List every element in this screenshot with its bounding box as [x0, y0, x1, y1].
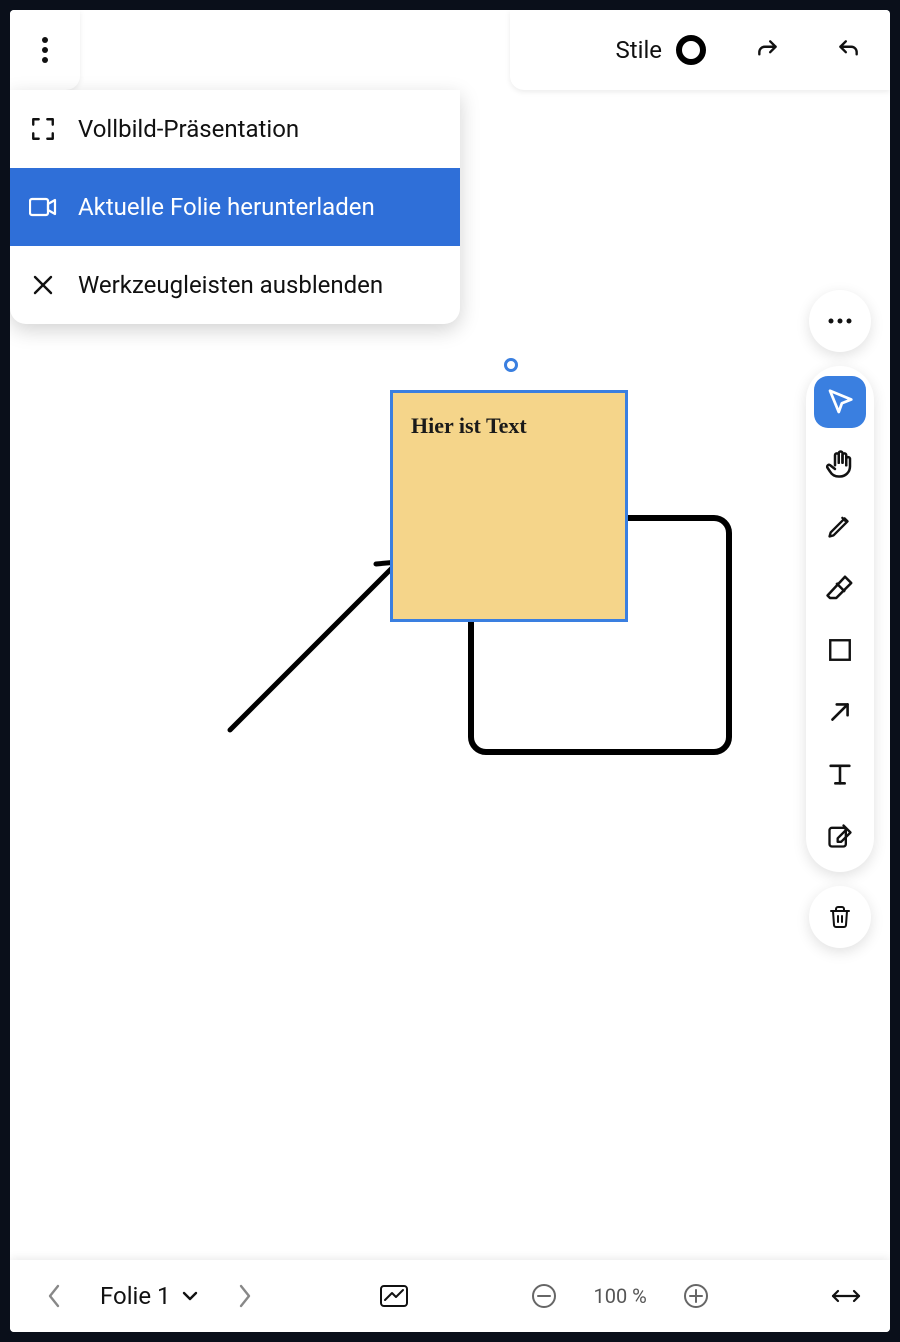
- trash-icon: [828, 905, 852, 929]
- zoom-level: 100 %: [590, 1284, 650, 1308]
- sticky-note-text: Hier ist Text: [411, 413, 527, 438]
- cursor-icon: [825, 387, 855, 417]
- chevron-left-icon: [45, 1282, 63, 1310]
- slide-label: Folie 1: [100, 1282, 171, 1310]
- sticky-note[interactable]: Hier ist Text: [390, 390, 628, 622]
- square-icon: [827, 637, 853, 663]
- minimap-icon: [379, 1284, 409, 1308]
- arrow-icon: [827, 699, 853, 725]
- context-menu: Vollbild-Präsentation Aktuelle Folie her…: [10, 90, 460, 324]
- prev-slide-button[interactable]: [36, 1278, 72, 1314]
- note-tool[interactable]: [814, 810, 866, 862]
- topbar-right: Stile: [510, 10, 890, 90]
- chevron-right-icon: [236, 1282, 254, 1310]
- fullscreen-icon: [28, 114, 58, 144]
- eraser-tool[interactable]: [814, 562, 866, 614]
- slide-selector[interactable]: Folie 1: [100, 1282, 199, 1310]
- fit-width-button[interactable]: [828, 1278, 864, 1314]
- styles-button[interactable]: Stile: [616, 35, 707, 65]
- ellipsis-icon: [827, 317, 853, 325]
- app-frame: Hier ist Text Stile: [10, 10, 890, 1332]
- plus-circle-icon: [682, 1282, 710, 1310]
- chevron-down-icon: [181, 1290, 199, 1302]
- styles-label: Stile: [616, 36, 663, 64]
- resize-horizontal-icon: [829, 1288, 863, 1304]
- pencil-tool[interactable]: [814, 500, 866, 552]
- shape-tool[interactable]: [814, 624, 866, 676]
- menu-item-fullscreen[interactable]: Vollbild-Präsentation: [10, 90, 460, 168]
- minimap-button[interactable]: [376, 1278, 412, 1314]
- pan-tool[interactable]: [814, 438, 866, 490]
- undo-button[interactable]: [830, 32, 866, 68]
- menu-item-hide-toolbars[interactable]: Werkzeugleisten ausblenden: [10, 246, 460, 324]
- next-slide-button[interactable]: [227, 1278, 263, 1314]
- redo-button[interactable]: [750, 32, 786, 68]
- eraser-icon: [825, 573, 855, 603]
- more-actions-button[interactable]: [809, 290, 871, 352]
- menu-item-label: Werkzeugleisten ausblenden: [78, 271, 383, 299]
- tool-palette: [806, 366, 874, 872]
- bottombar: Folie 1 100 %: [10, 1260, 890, 1332]
- download-video-icon: [28, 192, 58, 222]
- menu-item-download-slide[interactable]: Aktuelle Folie herunterladen: [10, 168, 460, 246]
- more-menu-button[interactable]: [27, 32, 63, 68]
- kebab-icon: [41, 36, 49, 64]
- style-swatch-icon: [676, 35, 706, 65]
- delete-button[interactable]: [809, 886, 871, 948]
- slide-nav: Folie 1: [36, 1278, 263, 1314]
- redo-icon: [755, 37, 781, 63]
- text-icon: [826, 760, 854, 788]
- hand-icon: [825, 449, 855, 479]
- menu-item-label: Vollbild-Präsentation: [78, 115, 299, 143]
- pencil-icon: [826, 512, 854, 540]
- close-icon: [28, 270, 58, 300]
- undo-icon: [835, 37, 861, 63]
- arrow-tool[interactable]: [814, 686, 866, 738]
- rotation-handle[interactable]: [504, 358, 518, 372]
- topbar-left: [10, 10, 80, 90]
- text-tool[interactable]: [814, 748, 866, 800]
- select-tool[interactable]: [814, 376, 866, 428]
- note-edit-icon: [826, 822, 854, 850]
- zoom-controls: 100 %: [526, 1278, 714, 1314]
- minus-circle-icon: [530, 1282, 558, 1310]
- zoom-in-button[interactable]: [678, 1278, 714, 1314]
- zoom-out-button[interactable]: [526, 1278, 562, 1314]
- right-toolbar: [806, 290, 874, 948]
- menu-item-label: Aktuelle Folie herunterladen: [78, 193, 375, 221]
